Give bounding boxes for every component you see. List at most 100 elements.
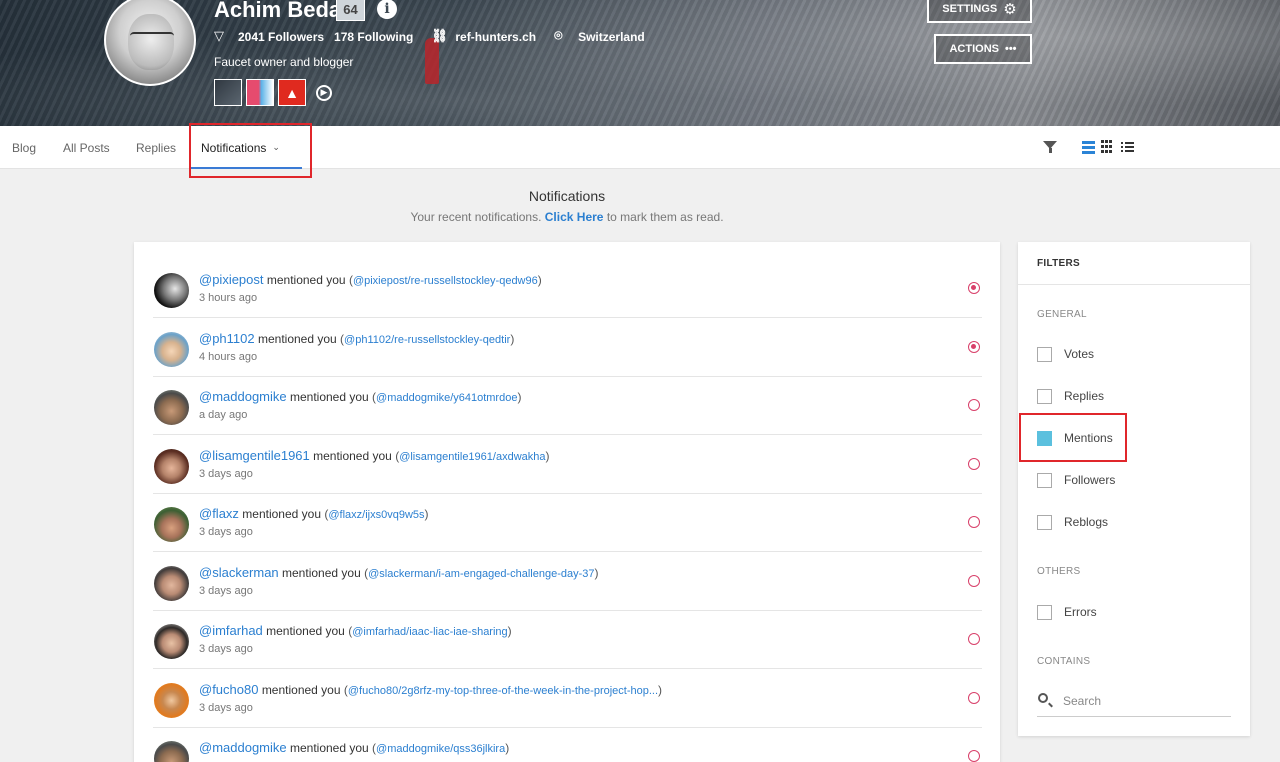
notification-permalink[interactable]: @flaxz/ijxs0vq9w5s	[328, 509, 424, 521]
info-icon[interactable]: i	[377, 0, 397, 19]
filters-header: FILTERS	[1018, 242, 1250, 285]
notification-permalink[interactable]: @pixiepost/re-russellstockley-qedw96	[353, 275, 538, 287]
notification-time: 3 days ago	[199, 468, 253, 480]
notification-time: 3 days ago	[199, 585, 253, 597]
notification-item[interactable]: @ph1102 mentioned you (@ph1102/re-russel…	[153, 319, 982, 377]
checkbox[interactable]	[1037, 514, 1052, 530]
page-subtitle: Your recent notifications. Click Here to…	[0, 210, 1134, 224]
notification-permalink[interactable]: @imfarhad/iaac-liac-iae-sharing	[352, 626, 507, 638]
notification-text: @lisamgentile1961 mentioned you (@lisamg…	[199, 448, 550, 463]
read-indicator-icon[interactable]	[968, 692, 980, 704]
filter-label: Errors	[1064, 605, 1097, 619]
avatar[interactable]	[154, 507, 189, 542]
settings-button[interactable]: SETTINGS ⚙	[927, 0, 1032, 23]
profile-cover: Achim Beda 64 i 2041 Followers 178 Follo…	[0, 0, 1280, 126]
read-indicator-icon[interactable]	[968, 750, 980, 762]
unread-indicator-icon[interactable]	[968, 341, 980, 353]
mark-read-link[interactable]: Click Here	[545, 210, 604, 224]
read-indicator-icon[interactable]	[968, 633, 980, 645]
tab-all-posts[interactable]: All Posts	[63, 126, 110, 169]
avatar[interactable]	[154, 683, 189, 718]
read-indicator-icon[interactable]	[968, 458, 980, 470]
notifications-card: @pixiepost mentioned you (@pixiepost/re-…	[134, 242, 1000, 762]
location-text: Switzerland	[578, 30, 645, 44]
notification-user[interactable]: @maddogmike	[199, 740, 287, 755]
actions-button[interactable]: ACTIONS •••	[934, 34, 1032, 64]
filter-replies[interactable]: Replies	[1037, 388, 1104, 404]
checkbox[interactable]	[1037, 346, 1052, 362]
notification-user[interactable]: @maddogmike	[199, 389, 287, 404]
notification-item[interactable]: @fucho80 mentioned you (@fucho80/2g8rfz-…	[153, 670, 982, 728]
checkbox[interactable]	[1037, 388, 1052, 404]
filter-errors[interactable]: Errors	[1037, 604, 1097, 620]
avatar[interactable]	[154, 741, 189, 762]
notification-text: @pixiepost mentioned you (@pixiepost/re-…	[199, 272, 542, 287]
checkbox[interactable]	[1037, 604, 1052, 620]
notification-permalink[interactable]: @ph1102/re-russellstockley-qedtir	[344, 334, 510, 346]
notification-action: mentioned you	[266, 624, 345, 638]
notification-time: 4 hours ago	[199, 351, 258, 363]
notification-user[interactable]: @ph1102	[199, 331, 255, 346]
profile-stats: 2041 Followers 178 Following ref-hunters…	[214, 27, 655, 45]
read-indicator-icon[interactable]	[968, 516, 980, 528]
notification-permalink[interactable]: @lisamgentile1961/axdwakha	[399, 451, 545, 463]
notification-item[interactable]: @lisamgentile1961 mentioned you (@lisamg…	[153, 436, 982, 494]
notification-user[interactable]: @lisamgentile1961	[199, 448, 310, 463]
notification-user[interactable]: @imfarhad	[199, 623, 263, 638]
followers-stat[interactable]: 2041 Followers	[214, 28, 324, 44]
location-pin-icon	[554, 27, 568, 44]
notification-user[interactable]: @flaxz	[199, 506, 239, 521]
avatar[interactable]	[154, 624, 189, 659]
notification-permalink[interactable]: @maddogmike/y641otmrdoe	[376, 392, 517, 404]
notification-permalink[interactable]: @maddogmike/qss36jlkira	[376, 743, 505, 755]
fire-badge-icon[interactable]: ▲	[278, 79, 306, 106]
notification-user[interactable]: @slackerman	[199, 565, 279, 580]
grid-view-icon[interactable]	[1101, 140, 1114, 154]
compact-view-icon[interactable]	[1121, 140, 1134, 154]
gear-icon: ⚙	[1003, 0, 1017, 18]
search-icon	[1038, 693, 1048, 703]
avatar[interactable]	[154, 273, 189, 308]
badge-icon[interactable]	[246, 79, 274, 106]
notification-action: mentioned you	[261, 683, 341, 697]
list-view-icon[interactable]	[1082, 140, 1095, 154]
notification-item[interactable]: @maddogmike mentioned you (@maddogmike/y…	[153, 377, 982, 435]
subtitle-prefix: Your recent notifications.	[410, 210, 542, 224]
profile-bio: Faucet owner and blogger	[214, 55, 354, 69]
notification-item[interactable]: @imfarhad mentioned you (@imfarhad/iaac-…	[153, 611, 982, 669]
notification-permalink[interactable]: @fucho80/2g8rfz-my-top-three-of-the-week…	[348, 685, 658, 697]
unread-indicator-icon[interactable]	[968, 282, 980, 294]
website-link[interactable]: ref-hunters.ch	[431, 28, 536, 44]
checkbox[interactable]	[1037, 472, 1052, 488]
tab-replies[interactable]: Replies	[136, 126, 176, 169]
profile-avatar[interactable]	[104, 0, 196, 86]
notification-user[interactable]: @pixiepost	[199, 272, 264, 287]
filter-label: Replies	[1064, 389, 1105, 403]
notification-item[interactable]: @flaxz mentioned you (@flaxz/ijxs0vq9w5s…	[153, 494, 982, 552]
avatar[interactable]	[154, 449, 189, 484]
filter-section-others: OTHERS	[1037, 566, 1081, 577]
actions-label: ACTIONS	[949, 43, 999, 55]
search-input[interactable]	[1063, 691, 1223, 711]
notification-item[interactable]: @pixiepost mentioned you (@pixiepost/re-…	[153, 260, 982, 318]
read-indicator-icon[interactable]	[968, 399, 980, 411]
badge-icon[interactable]	[214, 79, 242, 106]
notification-item[interactable]: @maddogmike mentioned you (@maddogmike/q…	[153, 728, 982, 762]
notification-user[interactable]: @fucho80	[199, 682, 258, 697]
page-title-text: Notifications	[528, 188, 606, 204]
notification-permalink[interactable]: @slackerman/i-am-engaged-challenge-day-3…	[368, 568, 594, 580]
next-badges-icon[interactable]: ▶	[316, 84, 332, 101]
tab-blog[interactable]: Blog	[12, 126, 36, 169]
avatar[interactable]	[154, 332, 189, 367]
filter-followers[interactable]: Followers	[1037, 472, 1115, 488]
read-indicator-icon[interactable]	[968, 575, 980, 587]
avatar[interactable]	[154, 566, 189, 601]
filter-reblogs[interactable]: Reblogs	[1037, 514, 1108, 530]
notification-item[interactable]: @slackerman mentioned you (@slackerman/i…	[153, 553, 982, 611]
profile-name: Achim Beda	[214, 0, 342, 22]
filter-icon[interactable]	[1043, 140, 1057, 154]
following-stat[interactable]: 178 Following	[334, 30, 413, 44]
notification-text: @flaxz mentioned you (@flaxz/ijxs0vq9w5s…	[199, 506, 429, 521]
filter-votes[interactable]: Votes	[1037, 346, 1094, 362]
avatar[interactable]	[154, 390, 189, 425]
